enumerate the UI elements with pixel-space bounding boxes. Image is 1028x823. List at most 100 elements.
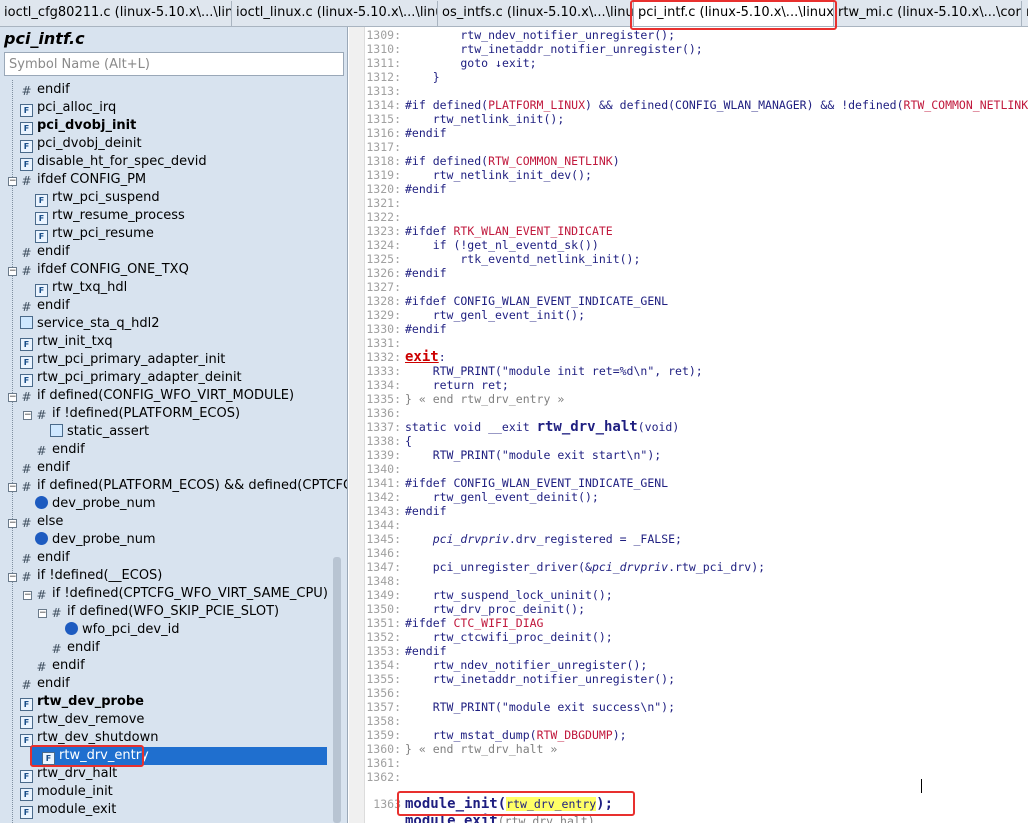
tree-item[interactable]: − # if defined(PLATFORM_ECOS) && defined(C…: [8, 477, 347, 495]
code-line[interactable]: 1309: rtw_ndev_notifier_unregister();: [365, 28, 675, 42]
collapse-toggle-icon[interactable]: −: [8, 519, 17, 528]
tree-item[interactable]: dev_probe_num: [23, 495, 156, 513]
code-line[interactable]: 1344:: [365, 518, 405, 532]
tree-item[interactable]: static_assert: [38, 423, 149, 441]
code-line[interactable]: 1313:: [365, 84, 405, 98]
tab-5[interactable]: rtw_mi.c (linux-5.10.x\...\core): [834, 1, 1022, 26]
tree-item[interactable]: # endif: [8, 675, 69, 693]
tree-item[interactable]: − # if defined(WFO_SKIP_PCIE_SLOT): [38, 603, 279, 621]
tree-item[interactable]: # endif: [8, 297, 69, 315]
code-line[interactable]: 1342: rtw_genl_event_deinit();: [365, 490, 599, 504]
code-line[interactable]: 1355: rtw_inetaddr_notifier_unregister()…: [365, 672, 675, 686]
code-line[interactable]: 1349: rtw_suspend_lock_uninit();: [365, 588, 612, 602]
tree-item[interactable]: Fdisable_ht_for_spec_devid: [8, 153, 207, 171]
tree-item[interactable]: − # ifdef CONFIG_ONE_TXQ: [8, 261, 189, 279]
code-line[interactable]: 1330: #endif: [365, 322, 446, 336]
tree-item[interactable]: # endif: [38, 639, 99, 657]
tab-2[interactable]: ioctl_linux.c (linux-5.10.x\...\linux): [232, 1, 438, 26]
code-line[interactable]: 1352: rtw_ctcwifi_proc_deinit();: [365, 630, 612, 644]
tree-item[interactable]: − # if !defined(CPTCFG_WFO_VIRT_SAME_CPU): [23, 585, 328, 603]
code-line[interactable]: 1351: #ifdef CTC_WIFI_DIAG: [365, 616, 543, 630]
tree-item[interactable]: Fmodule_exit: [8, 801, 116, 819]
tab-3[interactable]: os_intfs.c (linux-5.10.x\...\linux): [438, 1, 634, 26]
tree-item[interactable]: Fmodule_init: [8, 783, 113, 801]
tab-4[interactable]: pci_intf.c (linux-5.10.x\...\linux)×: [634, 1, 834, 26]
code-line[interactable]: 1328: #ifdef CONFIG_WLAN_EVENT_INDICATE_G…: [365, 294, 668, 308]
code-line[interactable]: 1358:: [365, 714, 405, 728]
collapse-toggle-icon[interactable]: −: [8, 267, 17, 276]
code-line[interactable]: 1348:: [365, 574, 405, 588]
collapse-toggle-icon[interactable]: −: [8, 177, 17, 186]
tree-item[interactable]: − # else: [8, 513, 63, 531]
collapse-toggle-icon[interactable]: −: [38, 609, 47, 618]
tree-item[interactable]: dev_probe_num: [23, 531, 156, 549]
code-line[interactable]: 1336:: [365, 406, 405, 420]
symbol-tree-scrollbar[interactable]: [333, 557, 341, 823]
tree-item[interactable]: Frtw_dev_shutdown: [8, 729, 158, 747]
tree-item[interactable]: Frtw_init_txq: [8, 333, 113, 351]
code-line[interactable]: module_exit(rtw_drv_halt): [365, 814, 595, 823]
tree-item[interactable]: # endif: [8, 81, 69, 99]
code-line[interactable]: 1317:: [365, 140, 405, 154]
code-line[interactable]: 1339: RTW_PRINT("module exit start\n");: [365, 448, 661, 462]
code-line[interactable]: 1323: #ifdef RTK_WLAN_EVENT_INDICATE: [365, 224, 612, 238]
code-editor[interactable]: 1309: rtw_ndev_notifier_unregister(); 131…: [349, 27, 1028, 823]
code-line[interactable]: 1337: static void __exit rtw_drv_halt(voi…: [365, 420, 679, 434]
tab-6[interactable]: r: [1022, 1, 1028, 26]
code-line[interactable]: 1319: rtw_netlink_init_dev();: [365, 168, 592, 182]
code-line[interactable]: 1340:: [365, 462, 405, 476]
code-line[interactable]: 1354: rtw_ndev_notifier_unregister();: [365, 658, 647, 672]
code-line[interactable]: 1347: pci_unregister_driver(&pci_drvpriv…: [365, 560, 765, 574]
code-line[interactable]: 1359: rtw_mstat_dump(RTW_DBGDUMP);: [365, 728, 626, 742]
code-line[interactable]: 1315: rtw_netlink_init();: [365, 112, 564, 126]
code-line[interactable]: 1318: #if defined(RTW_COMMON_NETLINK): [365, 154, 619, 168]
symbol-tree[interactable]: # endif Fpci_alloc_irq Fpci_dvobj_init Fpci_…: [0, 80, 347, 823]
code-line[interactable]: 1312: }: [365, 70, 439, 84]
code-line[interactable]: 1362:: [365, 770, 405, 784]
tree-item[interactable]: Frtw_txq_hdl: [23, 279, 127, 297]
code-line[interactable]: 1343: #endif: [365, 504, 446, 518]
code-line[interactable]: 1321:: [365, 196, 405, 210]
code-line[interactable]: 1360:} « end rtw_drv_halt »: [365, 742, 557, 756]
code-line[interactable]: 1316: #endif: [365, 126, 446, 140]
code-line[interactable]: 1310: rtw_inetaddr_notifier_unregister()…: [365, 42, 702, 56]
code-line[interactable]: 1324: if (!get_nl_eventd_sk()): [365, 238, 599, 252]
tree-item[interactable]: − # if !defined(PLATFORM_ECOS): [23, 405, 240, 423]
tree-item[interactable]: # endif: [8, 243, 69, 261]
tree-item[interactable]: # endif: [23, 441, 84, 459]
code-line[interactable]: 1345: pci_drvpriv.drv_registered = _FALS…: [365, 532, 682, 546]
code-line[interactable]: 1361:: [365, 756, 405, 770]
tree-item[interactable]: # endif: [8, 549, 69, 567]
tree-item[interactable]: Frtw_pci_resume: [23, 225, 154, 243]
code-line[interactable]: 1332: exit:: [365, 350, 445, 364]
tree-item[interactable]: Frtw_resume_process: [23, 207, 185, 225]
code-line[interactable]: 1314: #if defined(PLATFORM_LINUX) && defi…: [365, 98, 1028, 112]
code-line[interactable]: 1326: #endif: [365, 266, 446, 280]
tree-item[interactable]: Frtw_pci_suspend: [23, 189, 160, 207]
code-line[interactable]: 1320: #endif: [365, 182, 446, 196]
code-line[interactable]: 1350: rtw_drv_proc_deinit();: [365, 602, 585, 616]
code-line[interactable]: 1353: #endif: [365, 644, 446, 658]
symbol-search-input[interactable]: [4, 52, 344, 76]
tree-item[interactable]: wfo_pci_dev_id: [53, 621, 179, 639]
code-line[interactable]: 1331:: [365, 336, 405, 350]
code-line[interactable]: 1325: rtk_eventd_netlink_init();: [365, 252, 640, 266]
code-line[interactable]: 1357: RTW_PRINT("module exit success\n")…: [365, 700, 675, 714]
code-line[interactable]: 1363 module_init(rtw_drv_entry);: [365, 797, 613, 811]
tree-item[interactable]: Fpci_dvobj_init: [8, 117, 136, 135]
tree-item[interactable]: Frtw_dev_probe: [8, 693, 144, 711]
tree-item[interactable]: Frtw_drv_halt: [8, 765, 117, 783]
code-line[interactable]: 1333: RTW_PRINT("module init ret=%d\n", …: [365, 364, 702, 378]
code-line[interactable]: 1341: #ifdef CONFIG_WLAN_EVENT_INDICATE_G…: [365, 476, 668, 490]
collapse-toggle-icon[interactable]: −: [8, 393, 17, 402]
tree-item[interactable]: Frtw_pci_primary_adapter_init: [8, 351, 225, 369]
tab-1[interactable]: ioctl_cfg80211.c (linux-5.10.x\...\linux…: [0, 1, 232, 26]
code-line[interactable]: 1311: goto ↓exit;: [365, 56, 536, 70]
code-line[interactable]: 1329: rtw_genl_event_init();: [365, 308, 585, 322]
tree-item[interactable]: Frtw_drv_entry: [30, 747, 327, 765]
tree-item[interactable]: Fpci_dvobj_deinit: [8, 135, 142, 153]
tree-item[interactable]: − # ifdef CONFIG_PM: [8, 171, 146, 189]
tree-item[interactable]: Frtw_pci_primary_adapter_deinit: [8, 369, 242, 387]
code-line[interactable]: 1335:} « end rtw_drv_entry »: [365, 392, 564, 406]
code-line[interactable]: 1338: {: [365, 434, 412, 448]
